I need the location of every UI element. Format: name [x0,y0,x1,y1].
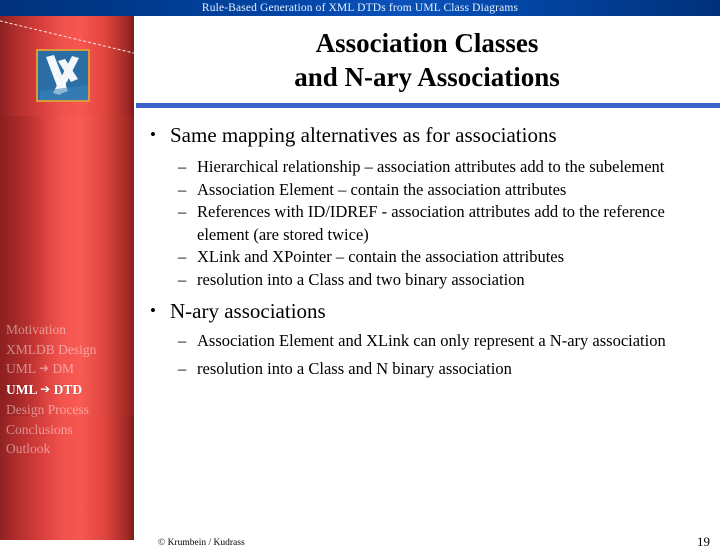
sublist-section-2: – Association Element and XLink can only… [134,330,720,380]
sidebar-item-xmldb-design[interactable]: XMLDB Design [5,340,134,360]
sub-bullet: – References with ID/IDREF - association… [178,201,720,246]
sub-bullet-text: References with ID/IDREF - association a… [197,202,665,244]
slide-body: • Same mapping alternatives as for assoc… [134,121,720,380]
sub-bullet-text: Association Element and XLink can only r… [197,331,666,350]
arrow-right-icon: ➔ [38,361,49,375]
sub-bullet: – Association Element and XLink can only… [178,330,720,353]
sidebar-item-uml-dm[interactable]: UML ➔ DM [5,359,134,380]
bullet-level1: • Same mapping alternatives as for assoc… [144,121,720,149]
sub-bullet-text: XLink and XPointer – contain the associa… [197,247,565,266]
page-title: Association Classes and N-ary Associatio… [134,26,720,94]
sidebar: Motivation XMLDB Design UML ➔ DM UML ➔ D… [0,16,134,540]
sublist-section-1: – Hierarchical relationship – associatio… [134,156,720,291]
bullet-level1: • N-ary associations [144,297,720,325]
sidebar-item-outlook[interactable]: Outlook [5,439,134,459]
sidebar-nav[interactable]: Motivation XMLDB Design UML ➔ DM UML ➔ D… [5,320,134,459]
sidebar-item-motivation[interactable]: Motivation [5,320,134,340]
title-divider-rule [136,103,720,108]
sub-bullet-text: resolution into a Class and two binary a… [197,269,525,289]
slide-title-line-2: and N-ary Associations [294,62,560,92]
slide-title-line-1: Association Classes [315,28,539,58]
sidebar-item-design-process[interactable]: Design Process [5,400,134,420]
dash-icon: – [178,358,187,378]
bullet-icon: • [150,301,156,320]
sub-bullet-text: Hierarchical relationship – association … [197,157,665,176]
bullet-level1-text: Same mapping alternatives as for associa… [170,123,557,147]
dash-icon: – [178,269,187,289]
dash-icon: – [178,331,187,350]
logo-graphic [38,51,88,100]
sub-bullet: – resolution into a Class and N binary a… [178,358,720,381]
dash-icon: – [178,202,187,221]
sub-bullet-text: Association Element – contain the associ… [197,179,567,199]
bullet-level1-text: N-ary associations [170,299,326,323]
bullet-icon: • [150,125,156,144]
sub-bullet: – XLink and XPointer – contain the assoc… [178,246,720,269]
presentation-header-bar: Rule-Based Generation of XML DTDs from U… [0,0,720,16]
dash-icon: – [178,179,187,199]
htwk-logo [36,49,90,102]
presentation-header-title: Rule-Based Generation of XML DTDs from U… [201,2,519,14]
sub-bullet-text: resolution into a Class and N binary ass… [197,358,512,378]
sub-bullet: – Hierarchical relationship – associatio… [178,156,720,179]
sub-bullet: – Association Element – contain the asso… [178,179,720,202]
arrow-right-icon: ➔ [40,381,51,396]
dash-icon: – [178,157,187,176]
sidebar-item-conclusions[interactable]: Conclusions [5,420,134,440]
slide-content: Association Classes and N-ary Associatio… [134,16,720,549]
dash-icon: – [178,247,187,266]
sidebar-item-uml-dtd[interactable]: UML ➔ DTD [5,380,134,401]
page-number: 19 [697,534,710,549]
sub-bullet: – resolution into a Class and two binary… [178,269,720,292]
